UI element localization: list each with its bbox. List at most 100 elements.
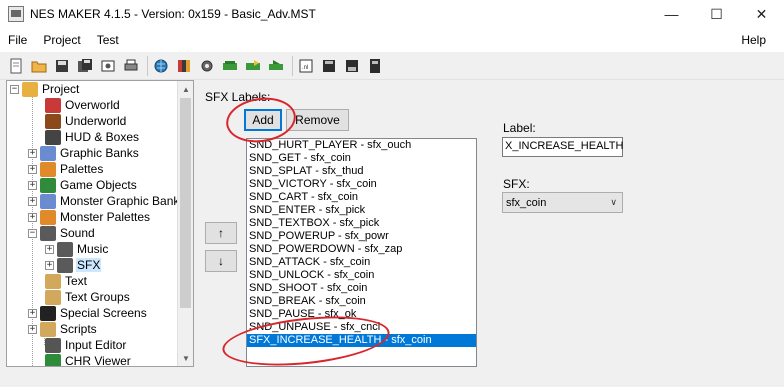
list-item[interactable]: SND_TEXTBOX - sfx_pick xyxy=(247,217,476,230)
open-folder-icon[interactable] xyxy=(29,56,49,76)
minimize-button[interactable]: — xyxy=(649,0,694,28)
tree-item-overworld[interactable]: Overworld xyxy=(33,97,121,113)
text-groups-icon xyxy=(45,289,61,305)
list-item[interactable]: SND_BREAK - sfx_coin xyxy=(247,295,476,308)
close-button[interactable]: ✕ xyxy=(739,0,784,28)
disk-icon[interactable] xyxy=(319,56,339,76)
menu-file[interactable]: File xyxy=(0,28,35,52)
toolbar-separator xyxy=(147,55,148,76)
tree-label: Monster Palettes xyxy=(60,210,151,224)
list-item[interactable]: SND_CART - sfx_coin xyxy=(247,191,476,204)
list-item[interactable]: SND_ENTER - sfx_pick xyxy=(247,204,476,217)
globe-icon[interactable] xyxy=(151,56,171,76)
collapse-toggle[interactable]: − xyxy=(10,84,19,94)
menu-help[interactable]: Help xyxy=(733,28,774,52)
list-item[interactable]: SND_VICTORY - sfx_coin xyxy=(247,178,476,191)
menu-test[interactable]: Test xyxy=(89,28,127,52)
expand-toggle[interactable]: + xyxy=(28,324,37,334)
tree-content: − Project Overworld Underworld HUD & Box… xyxy=(7,81,185,366)
sfx-labels-list[interactable]: SND_HURT_PLAYER - sfx_ouch SND_GET - sfx… xyxy=(246,138,477,367)
expand-toggle[interactable]: + xyxy=(28,308,37,318)
tree-item-music[interactable]: + Music xyxy=(45,241,109,257)
list-item[interactable]: SND_SPLAT - sfx_thud xyxy=(247,165,476,178)
tree-label: Monster Graphic Banks xyxy=(60,194,186,208)
label-input[interactable]: X_INCREASE_HEALTH xyxy=(502,137,623,157)
collapse-toggle[interactable]: − xyxy=(28,228,37,238)
save-icon[interactable] xyxy=(52,56,72,76)
tree-item-graphic-banks[interactable]: + Graphic Banks xyxy=(28,145,140,161)
expand-toggle[interactable]: + xyxy=(45,244,54,254)
app-icon xyxy=(8,6,24,22)
project-folder-icon xyxy=(22,81,38,97)
tree-label: Scripts xyxy=(60,322,97,336)
hud-icon xyxy=(45,129,61,145)
tree-item-chr-viewer[interactable]: CHR Viewer xyxy=(33,353,132,366)
expand-toggle[interactable]: + xyxy=(45,260,54,270)
tree-item-sound[interactable]: − Sound xyxy=(28,225,96,241)
move-down-button[interactable]: ↓ xyxy=(205,250,237,272)
scroll-up-arrow-icon[interactable]: ▲ xyxy=(178,81,193,97)
list-item[interactable]: SND_GET - sfx_coin xyxy=(247,152,476,165)
expand-toggle[interactable]: + xyxy=(28,180,37,190)
title-bar: NES MAKER 4.1.5 - Version: 0x159 - Basic… xyxy=(0,0,784,28)
sfx-dropdown-value: sfx_coin xyxy=(506,196,547,209)
disk2-icon[interactable] xyxy=(342,56,362,76)
scroll-thumb[interactable] xyxy=(180,98,191,308)
tree-item-underworld[interactable]: Underworld xyxy=(33,113,127,129)
asm-icon[interactable]: .nl xyxy=(296,56,316,76)
list-item[interactable]: SND_ATTACK - sfx_coin xyxy=(247,256,476,269)
scroll-down-arrow-icon[interactable]: ▼ xyxy=(178,350,193,366)
tree-item-monster-graphic-banks[interactable]: + Monster Graphic Banks xyxy=(28,193,186,209)
list-item[interactable]: SND_POWERDOWN - sfx_zap xyxy=(247,243,476,256)
list-item[interactable]: SND_POWERUP - sfx_powr xyxy=(247,230,476,243)
sfx-dropdown[interactable]: sfx_coin ∨ xyxy=(502,192,623,213)
list-item[interactable]: SND_PAUSE - sfx_ok xyxy=(247,308,476,321)
expand-toggle[interactable]: + xyxy=(28,196,37,206)
tree-label: Game Objects xyxy=(60,178,137,192)
input-editor-icon xyxy=(45,337,61,353)
save-all-icon[interactable] xyxy=(75,56,95,76)
export-icon[interactable] xyxy=(98,56,118,76)
move-up-button[interactable]: ↑ xyxy=(205,222,237,244)
speaker-icon xyxy=(57,241,73,257)
tree-item-hud-boxes[interactable]: HUD & Boxes xyxy=(33,129,140,145)
remove-button[interactable]: Remove xyxy=(286,109,349,131)
menu-project[interactable]: Project xyxy=(35,28,88,52)
tree-item-game-objects[interactable]: + Game Objects xyxy=(28,177,138,193)
speaker-icon xyxy=(40,225,56,241)
list-item-selected[interactable]: SFX_INCREASE_HEALTH - sfx_coin xyxy=(247,334,476,347)
tree-item-special-screens[interactable]: + Special Screens xyxy=(28,305,148,321)
expand-toggle[interactable]: + xyxy=(28,164,37,174)
project-tree[interactable]: − Project Overworld Underworld HUD & Box… xyxy=(6,80,194,367)
tree-scrollbar[interactable]: ▲ ▼ xyxy=(177,81,193,366)
add-button[interactable]: Add xyxy=(244,109,282,131)
tree-item-monster-palettes[interactable]: + Monster Palettes xyxy=(28,209,151,225)
tree-label: SFX xyxy=(76,258,102,272)
expand-toggle[interactable]: + xyxy=(28,148,37,158)
tree-label: Text Groups xyxy=(65,290,130,304)
build-run-icon[interactable] xyxy=(243,56,263,76)
window-controls: — ☐ ✕ xyxy=(649,0,784,28)
new-file-icon[interactable] xyxy=(6,56,26,76)
list-item[interactable]: SND_HURT_PLAYER - sfx_ouch xyxy=(247,139,476,152)
palette-icon[interactable] xyxy=(174,56,194,76)
tree-item-palettes[interactable]: + Palettes xyxy=(28,161,104,177)
overworld-icon xyxy=(45,97,61,113)
tree-item-sfx[interactable]: + SFX xyxy=(45,257,102,273)
print-icon[interactable] xyxy=(121,56,141,76)
run-icon[interactable] xyxy=(266,56,286,76)
tree-item-text[interactable]: Text xyxy=(33,273,88,289)
tree-item-input-editor[interactable]: Input Editor xyxy=(33,337,127,353)
expand-toggle[interactable]: + xyxy=(28,212,37,222)
tree-item-scripts[interactable]: + Scripts xyxy=(28,321,98,337)
list-item[interactable]: SND_UNPAUSE - sfx_cncl xyxy=(247,321,476,334)
settings-gear-icon[interactable] xyxy=(197,56,217,76)
list-item[interactable]: SND_UNLOCK - sfx_coin xyxy=(247,269,476,282)
list-item[interactable]: SND_SHOOT - sfx_coin xyxy=(247,282,476,295)
tree-label: Sound xyxy=(60,226,95,240)
disk3-icon[interactable] xyxy=(365,56,385,76)
build-icon[interactable] xyxy=(220,56,240,76)
maximize-button[interactable]: ☐ xyxy=(694,0,739,28)
tree-root-project[interactable]: − Project xyxy=(10,81,80,97)
tree-item-text-groups[interactable]: Text Groups xyxy=(33,289,131,305)
